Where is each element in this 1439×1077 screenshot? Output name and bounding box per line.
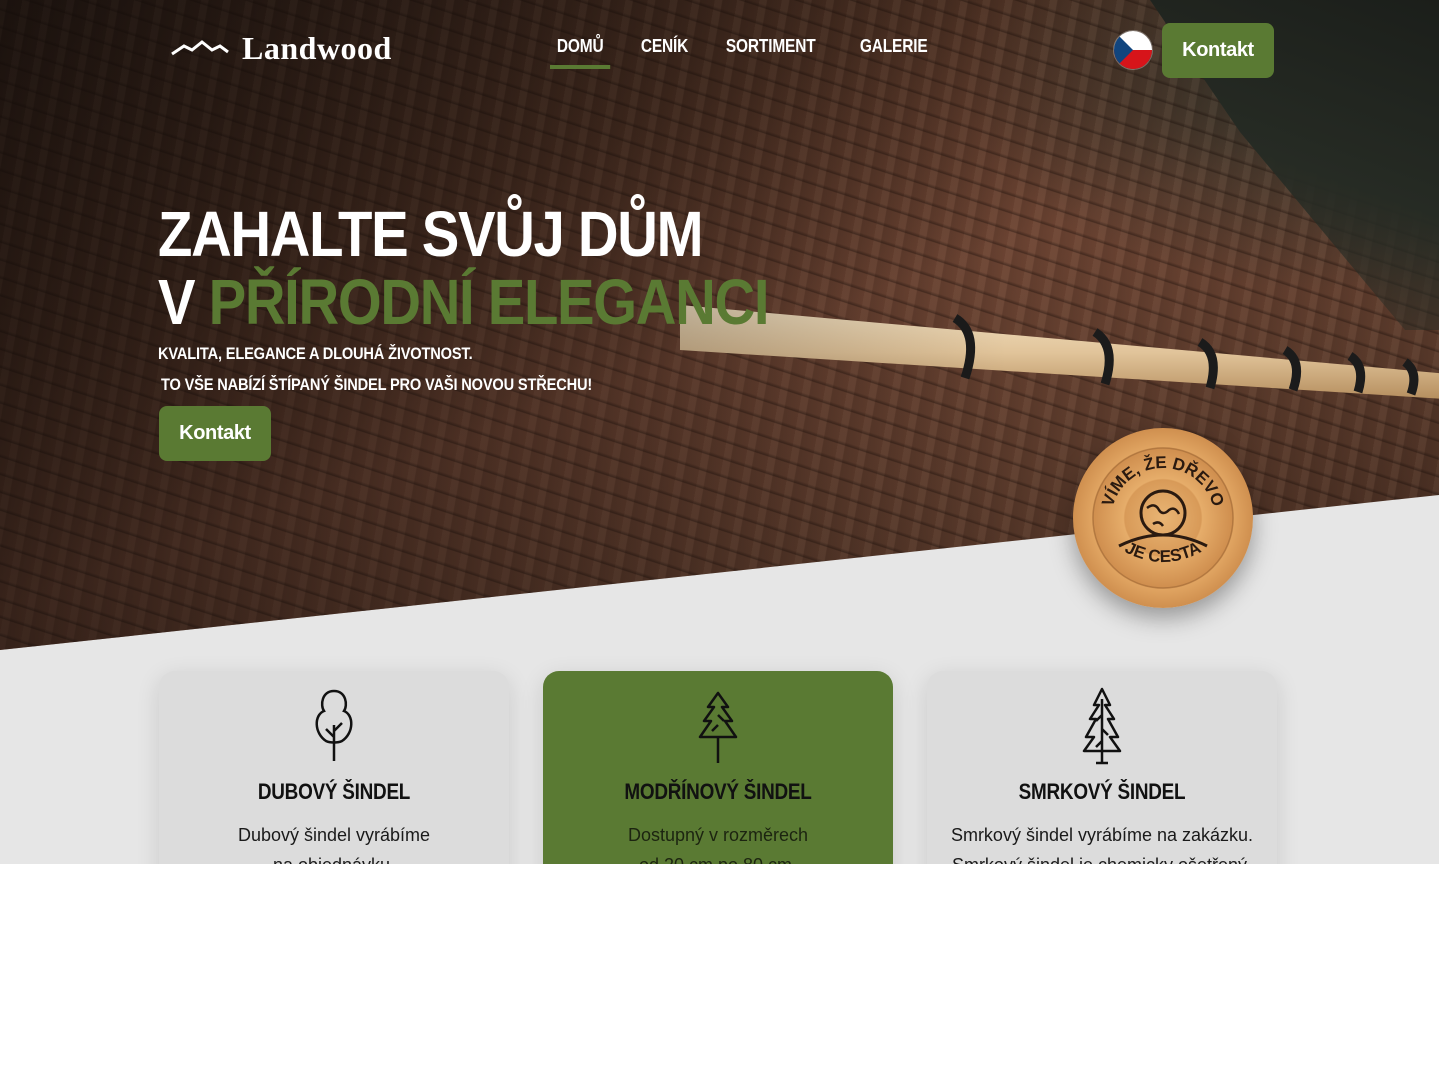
hero-subtitle-line1: KVALITA, ELEGANCE A DLOUHÁ ŽIVOTNOST. (158, 344, 473, 363)
nav-item-galerie[interactable]: GALERIE (853, 36, 934, 69)
product-card-desc: Dostupný v rozměrech od 20 cm po 80 cm. (553, 820, 883, 864)
main-nav: DOMŮ CENÍK SORTIMENT GALERIE (550, 36, 962, 69)
hero-subtitle-line2: TO VŠE NABÍZÍ ŠTÍPANÝ ŠINDEL PRO VAŠI NO… (161, 375, 593, 394)
product-card-oak[interactable]: DUBOVÝ ŠINDEL Dubový šindel vyrábíme na … (159, 671, 509, 864)
wood-stamp-badge: VÍME, ŽE DŘEVO JE CESTA (1073, 428, 1253, 608)
czech-flag-icon (1114, 31, 1152, 69)
desc-line: na objednávku. (169, 850, 499, 864)
stamp-top-text: VÍME, ŽE DŘEVO (1098, 453, 1228, 509)
hero-title-prefix: V (158, 266, 209, 338)
desc-line: Dubový šindel vyrábíme (237, 825, 431, 845)
oak-tree-icon (315, 689, 353, 761)
nav-item-sortiment[interactable]: SORTIMENT (719, 36, 822, 69)
stamp-graphic: VÍME, ŽE DŘEVO JE CESTA (1092, 447, 1234, 589)
product-card-title: SMRKOVÝ ŠINDEL (1018, 779, 1186, 804)
spruce-tree-icon (1082, 687, 1122, 765)
desc-line: Dostupný v rozměrech (627, 825, 809, 845)
hero-title-line2: V PŘÍRODNÍ ELEGANCI (158, 266, 770, 338)
language-switcher[interactable] (1114, 31, 1152, 69)
hero-title-line1: ZAHALTE SVŮJ DŮM (158, 198, 703, 270)
desc-line: Smrkový šindel vyrábíme na zakázku. (950, 825, 1254, 845)
hero-contact-button[interactable]: Kontakt (159, 406, 271, 461)
product-card-title: MODŘÍNOVÝ ŠINDEL (624, 779, 812, 804)
hero-title-accent: PŘÍRODNÍ ELEGANCI (208, 266, 770, 338)
larch-tree-icon (698, 691, 738, 763)
roof-logo-icon (171, 40, 229, 56)
product-card-desc: Smrkový šindel vyrábíme na zakázku. Smrk… (937, 820, 1267, 864)
stamp-bottom-text: JE CESTA (1122, 538, 1204, 566)
brand-name: Landwood (242, 29, 392, 66)
desc-line: od 20 cm po 80 cm. (553, 850, 883, 864)
product-card-desc: Dubový šindel vyrábíme na objednávku. (169, 820, 499, 864)
desc-line: Smrkový šindel je chemicky ošetřený. (937, 850, 1267, 864)
product-card-title: DUBOVÝ ŠINDEL (257, 779, 411, 804)
nav-item-cenik[interactable]: CENÍK (634, 36, 695, 69)
hero-title: ZAHALTE SVŮJ DŮM V PŘÍRODNÍ ELEGANCI (158, 198, 770, 338)
header-contact-button[interactable]: Kontakt (1162, 23, 1274, 78)
brand-logo[interactable]: Landwood (170, 30, 392, 66)
product-card-spruce[interactable]: SMRKOVÝ ŠINDEL Smrkový šindel vyrábíme n… (927, 671, 1277, 864)
product-card-larch[interactable]: MODŘÍNOVÝ ŠINDEL Dostupný v rozměrech od… (543, 671, 893, 864)
nav-item-domu[interactable]: DOMŮ (550, 36, 611, 69)
viewport: Landwood DOMŮ CENÍK SORTIMENT GALERIE Ko… (0, 0, 1439, 864)
